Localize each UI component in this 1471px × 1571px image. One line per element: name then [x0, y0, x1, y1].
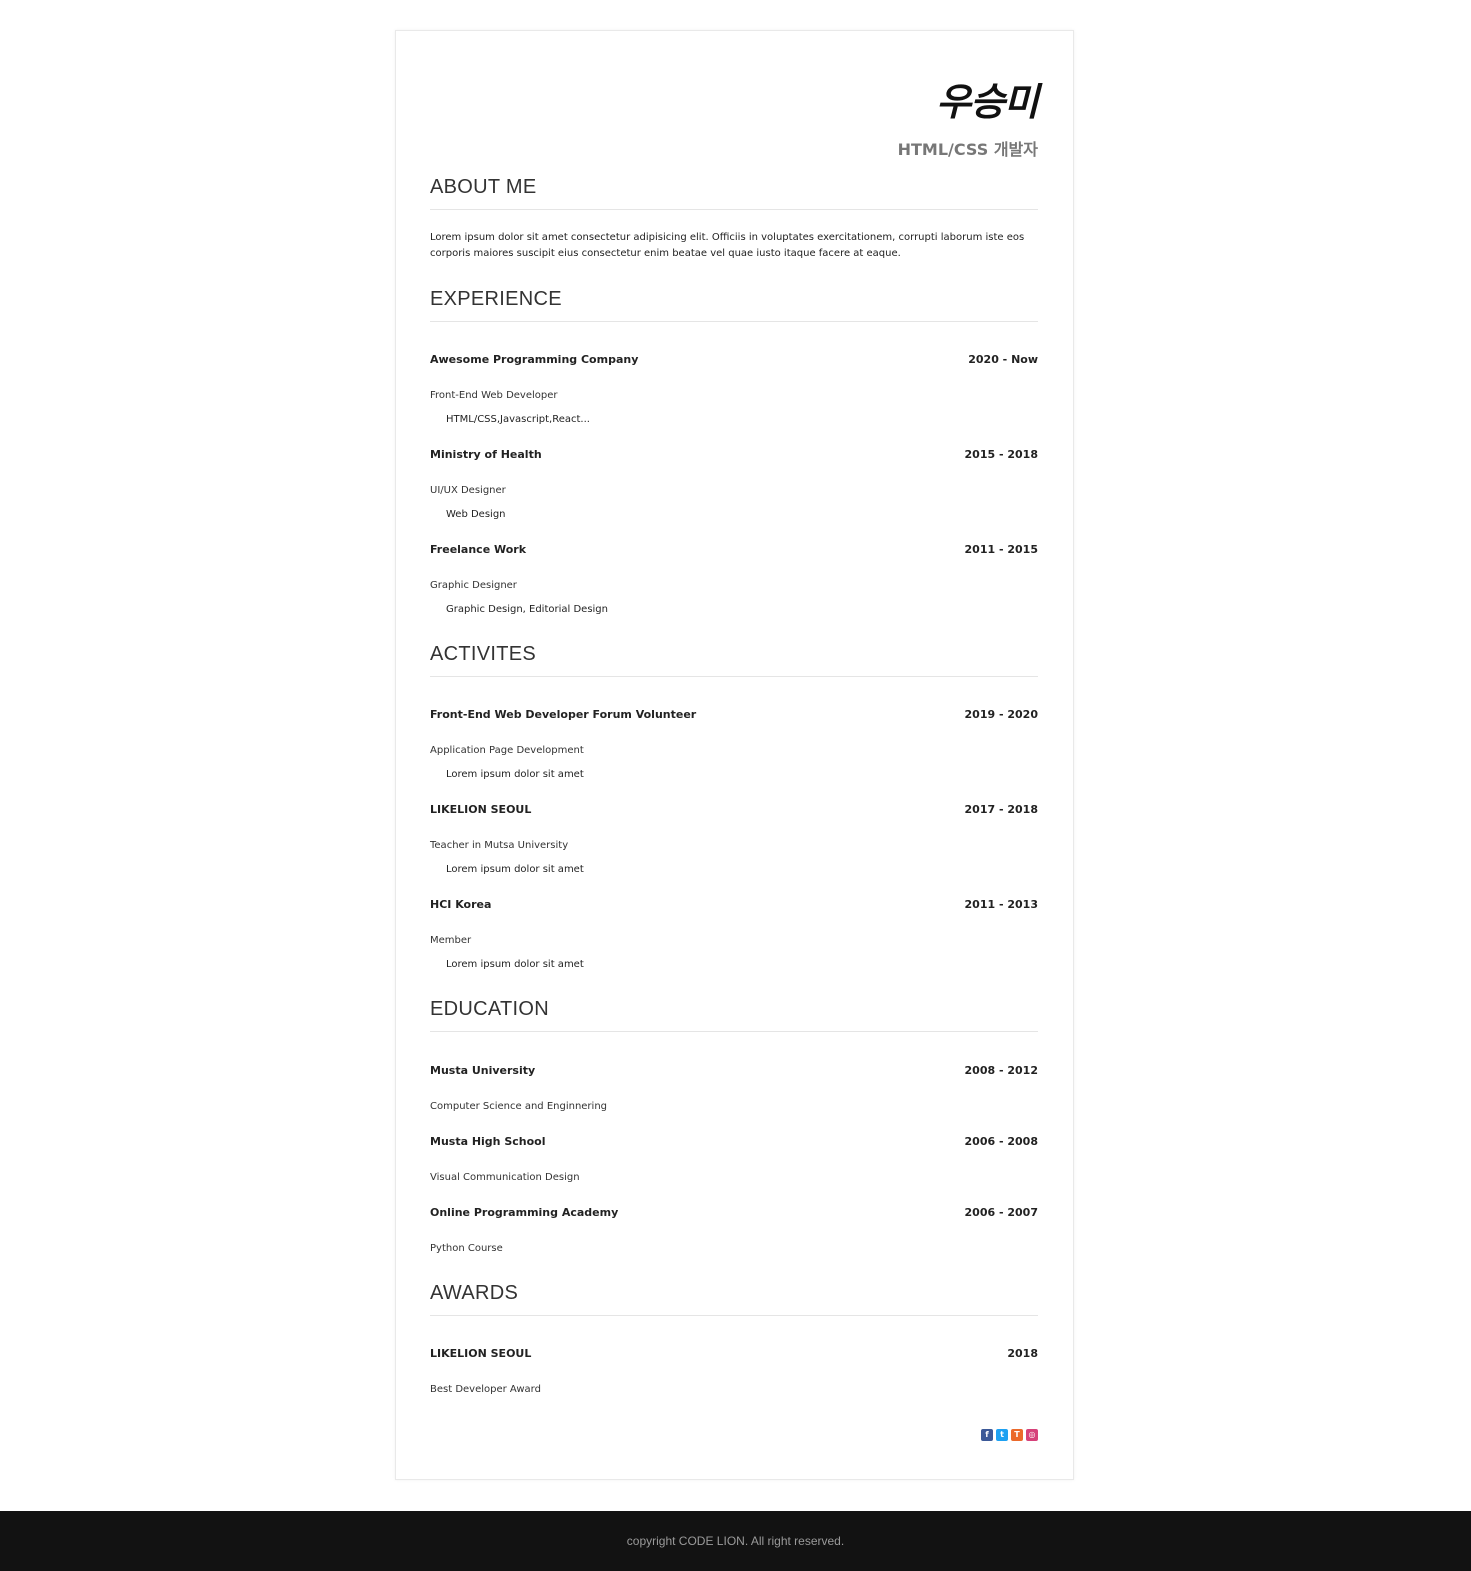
activity-entry: HCI Korea 2011 - 2013: [430, 898, 1038, 914]
entry-subtitle: Python Course: [430, 1243, 503, 1254]
tistory-icon[interactable]: T: [1011, 1429, 1023, 1441]
entry-date: 2019 - 2020: [964, 708, 1038, 721]
entry-subtitle: Member: [430, 935, 472, 946]
experience-entry: Awesome Programming Company 2020 - Now: [430, 353, 1038, 369]
section-title-education: EDUCATION: [430, 998, 1038, 1032]
entry-title: Ministry of Health: [430, 448, 542, 461]
entry-date: 2017 - 2018: [964, 803, 1038, 816]
entry-detail: HTML/CSS,Javascript,React...: [446, 414, 590, 425]
entry-title: Front-End Web Developer Forum Volunteer: [430, 708, 697, 721]
section-title-activities: ACTIVITES: [430, 643, 1038, 677]
entry-detail: Lorem ipsum dolor sit amet: [446, 959, 584, 970]
entry-title: Musta University: [430, 1064, 536, 1077]
education-entry: Musta High School 2006 - 2008: [430, 1135, 1038, 1151]
entry-title: Online Programming Academy: [430, 1206, 619, 1219]
entry-subtitle: Best Developer Award: [430, 1384, 541, 1395]
facebook-icon[interactable]: f: [981, 1429, 993, 1441]
entry-subtitle: Computer Science and Enginnering: [430, 1101, 608, 1112]
entry-subtitle: UI/UX Designer: [430, 485, 506, 496]
award-entry: LIKELION SEOUL 2018: [430, 1347, 1038, 1363]
entry-title: Freelance Work: [430, 543, 527, 556]
entry-subtitle: Graphic Designer: [430, 580, 517, 591]
entry-subtitle: Teacher in Mutsa University: [430, 840, 569, 851]
footer-copyright: copyright CODE LION. All right reserved.: [626, 1534, 845, 1548]
experience-entry: Ministry of Health 2015 - 2018: [430, 448, 1038, 464]
section-title-awards: AWARDS: [430, 1282, 1038, 1316]
entry-title: Awesome Programming Company: [430, 353, 639, 366]
activity-entry: Front-End Web Developer Forum Volunteer …: [430, 708, 1038, 724]
entry-title: LIKELION SEOUL: [430, 1347, 532, 1360]
entry-detail: Lorem ipsum dolor sit amet: [446, 769, 584, 780]
education-entry: Musta University 2008 - 2012: [430, 1064, 1038, 1080]
entry-title: Musta High School: [430, 1135, 546, 1148]
entry-date: 2011 - 2013: [964, 898, 1038, 911]
person-role: HTML/CSS 개발자: [897, 140, 1038, 159]
entry-date: 2015 - 2018: [964, 448, 1038, 461]
education-entry: Online Programming Academy 2006 - 2007: [430, 1206, 1038, 1222]
entry-detail: Graphic Design, Editorial Design: [446, 604, 608, 615]
entry-date: 2020 - Now: [968, 353, 1038, 366]
entry-date: 2011 - 2015: [964, 543, 1038, 556]
experience-entry: Freelance Work 2011 - 2015: [430, 543, 1038, 559]
entry-date: 2006 - 2008: [964, 1135, 1038, 1148]
entry-detail: Web Design: [446, 509, 506, 520]
resume-card: 우승미 HTML/CSS 개발자 ABOUT ME Lorem ipsum do…: [395, 30, 1074, 1480]
twitter-icon[interactable]: t: [996, 1429, 1008, 1441]
entry-detail: Lorem ipsum dolor sit amet: [446, 864, 584, 875]
entry-date: 2006 - 2007: [964, 1206, 1038, 1219]
entry-title: HCI Korea: [430, 898, 492, 911]
entry-subtitle: Front-End Web Developer: [430, 390, 558, 401]
entry-subtitle: Visual Communication Design: [430, 1172, 580, 1183]
social-links: f t T ◎: [981, 1429, 1038, 1441]
entry-date: 2008 - 2012: [964, 1064, 1038, 1077]
activity-entry: LIKELION SEOUL 2017 - 2018: [430, 803, 1038, 819]
section-title-experience: EXPERIENCE: [430, 288, 1038, 322]
page-footer: copyright CODE LION. All right reserved.: [0, 1511, 1471, 1571]
entry-subtitle: Application Page Development: [430, 745, 584, 756]
entry-date: 2018: [1007, 1347, 1038, 1360]
instagram-icon[interactable]: ◎: [1026, 1429, 1038, 1441]
section-title-about: ABOUT ME: [430, 176, 1038, 210]
entry-title: LIKELION SEOUL: [430, 803, 532, 816]
about-text: Lorem ipsum dolor sit amet consectetur a…: [430, 232, 1025, 259]
person-name: 우승미: [936, 80, 1039, 124]
